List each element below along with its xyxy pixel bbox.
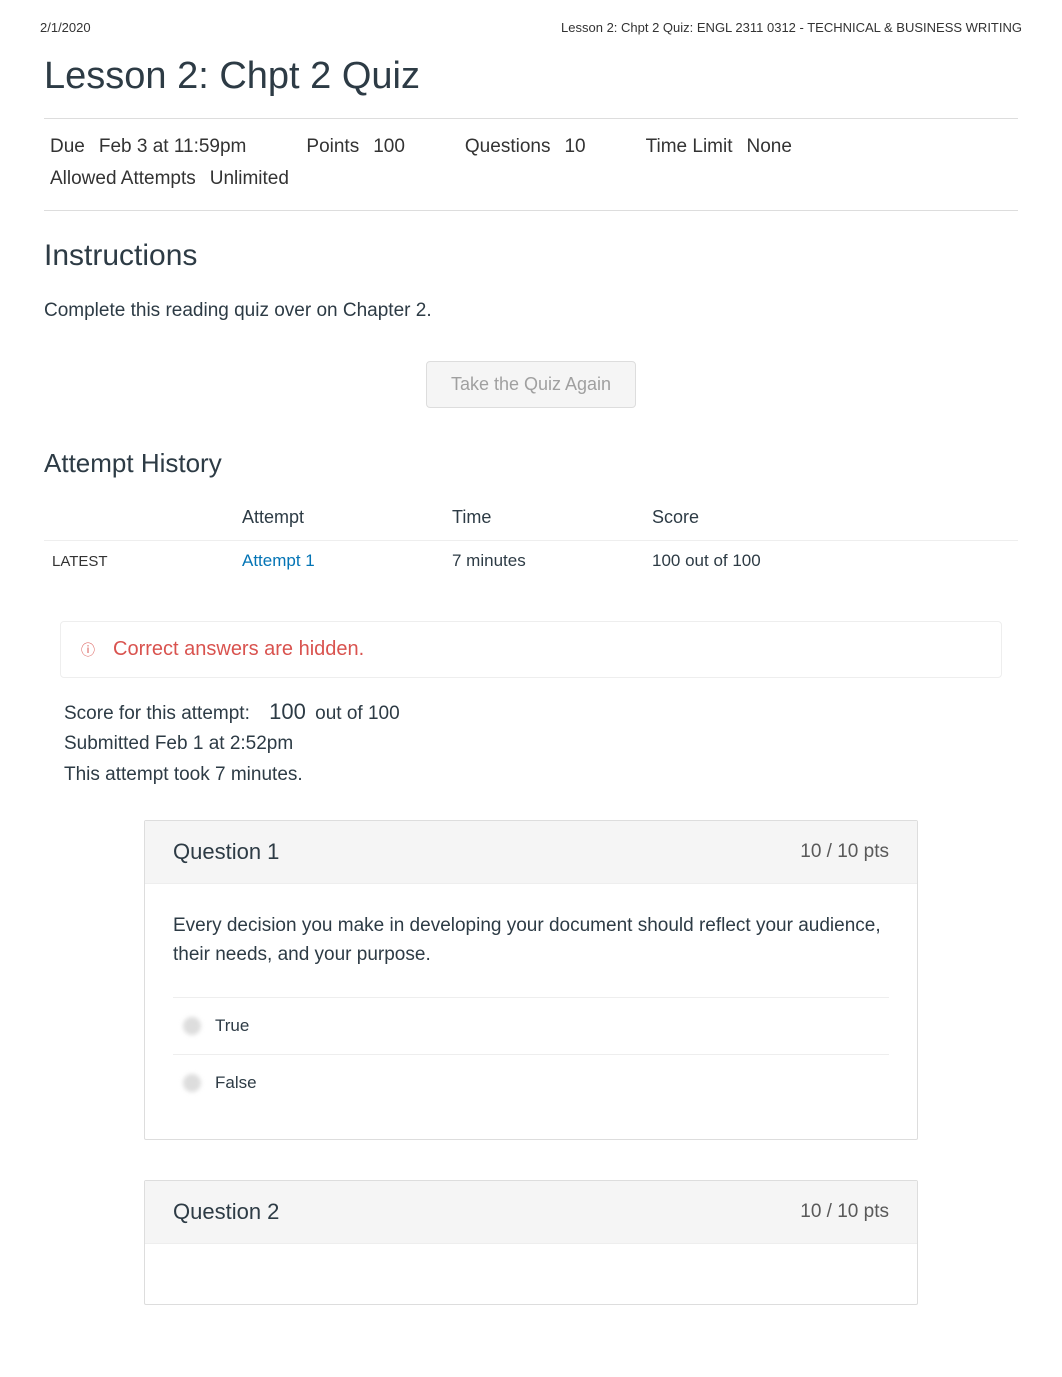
question-block: Question 2 10 / 10 pts [144, 1180, 918, 1305]
take-quiz-again-button[interactable]: Take the Quiz Again [426, 361, 636, 408]
allowed-attempts-value: Unlimited [210, 163, 289, 195]
time-limit-label: Time Limit [646, 131, 733, 163]
points-label: Points [306, 131, 359, 163]
print-header: 2/1/2020 Lesson 2: Chpt 2 Quiz: ENGL 231… [0, 0, 1062, 45]
attempt-history-table: Attempt Time Score LATEST Attempt 1 7 mi… [44, 499, 1018, 581]
question-block: Question 1 10 / 10 pts Every decision yo… [144, 820, 918, 1140]
question-points: 10 / 10 pts [800, 841, 889, 863]
instructions-body: Complete this reading quiz over on Chapt… [44, 297, 1018, 326]
attempt-score: 100 out of 100 [644, 541, 1018, 582]
question-title: Question 2 [173, 1199, 279, 1225]
time-limit-value: None [747, 131, 792, 163]
attempt-time: 7 minutes [444, 541, 644, 582]
answer-label: True [215, 1016, 249, 1036]
attempt-history-heading: Attempt History [44, 448, 1018, 479]
score-value: 100 [269, 699, 306, 724]
table-row: LATEST Attempt 1 7 minutes 100 out of 10… [44, 541, 1018, 582]
hidden-answers-banner: ⓘ Correct answers are hidden. [60, 621, 1002, 678]
col-header-attempt: Attempt [234, 499, 444, 541]
answer-row: True [173, 997, 889, 1054]
question-text: Every decision you make in developing yo… [173, 912, 889, 969]
hidden-answers-text: Correct answers are hidden. [113, 638, 364, 661]
allowed-attempts-label: Allowed Attempts [50, 163, 196, 195]
page-title: Lesson 2: Chpt 2 Quiz [44, 55, 1018, 98]
radio-icon [183, 1074, 201, 1092]
answer-row: False [173, 1054, 889, 1111]
radio-icon [183, 1017, 201, 1035]
col-header-time: Time [444, 499, 644, 541]
info-icon: ⓘ [81, 640, 95, 660]
print-title: Lesson 2: Chpt 2 Quiz: ENGL 2311 0312 - … [561, 20, 1022, 35]
due-label: Due [50, 131, 85, 163]
quiz-meta: Due Feb 3 at 11:59pm Points 100 Question… [44, 118, 1018, 211]
print-date: 2/1/2020 [40, 20, 91, 35]
answer-label: False [215, 1073, 257, 1093]
attempt-link[interactable]: Attempt 1 [242, 551, 315, 570]
instructions-heading: Instructions [44, 239, 1018, 273]
attempt-tag: LATEST [44, 541, 234, 582]
due-value: Feb 3 at 11:59pm [99, 131, 247, 163]
score-info: Score for this attempt: 100 out of 100 S… [44, 694, 1018, 790]
submitted-text: Submitted Feb 1 at 2:52pm [64, 729, 998, 759]
score-out-of: out of 100 [315, 703, 400, 724]
question-title: Question 1 [173, 839, 279, 865]
points-value: 100 [373, 131, 405, 163]
score-label: Score for this attempt: [64, 703, 250, 724]
questions-label: Questions [465, 131, 551, 163]
col-header-score: Score [644, 499, 1018, 541]
question-points: 10 / 10 pts [800, 1201, 889, 1223]
attempt-duration-text: This attempt took 7 minutes. [64, 760, 998, 790]
questions-value: 10 [564, 131, 585, 163]
